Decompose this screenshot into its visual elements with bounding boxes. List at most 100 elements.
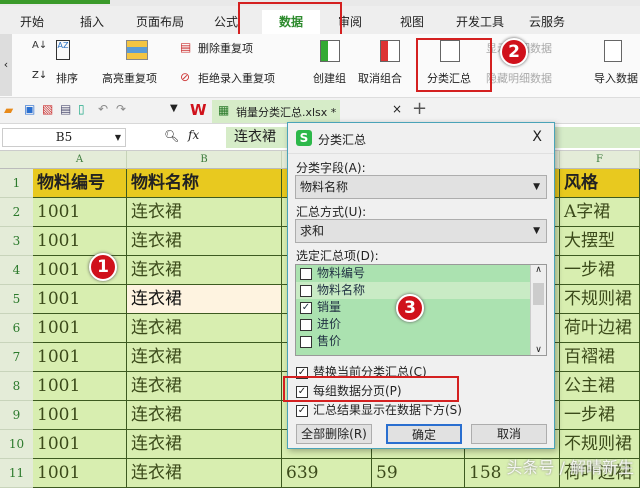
row-header[interactable]: 5 [0, 285, 33, 314]
ungroup-button[interactable]: 取消组合 [358, 70, 402, 86]
cell-f6[interactable]: 荷叶边裙 [560, 314, 640, 343]
cancel-button[interactable]: 取消 [471, 424, 547, 444]
cell-a10[interactable]: 1001 [33, 430, 127, 459]
cell-a11[interactable]: 1001 [33, 459, 127, 488]
row-header[interactable]: 2 [0, 198, 33, 227]
cell-a7[interactable]: 1001 [33, 343, 127, 372]
sort-desc-icon[interactable]: Z↓ [32, 70, 47, 81]
tab-developer[interactable]: 开发工具 [450, 10, 510, 36]
redo-icon[interactable]: ↷ [116, 102, 126, 116]
field-select[interactable]: 物料名称 ▼ [295, 175, 547, 199]
hide-detail-button[interactable]: 隐藏明细数据 [486, 70, 552, 86]
file-tab[interactable]: ▦ 销量分类汇总.xlsx * [212, 100, 340, 123]
remove-all-button[interactable]: 全部删除(R) [296, 424, 372, 444]
cell-f2[interactable]: A字裙 [560, 198, 640, 227]
sort-custom-icon[interactable]: AZ [56, 40, 70, 60]
cell-f4[interactable]: 一步裙 [560, 256, 640, 285]
row-header[interactable]: 8 [0, 372, 33, 401]
cell-a5[interactable]: 1001 [33, 285, 127, 314]
scroll-down-icon[interactable]: ∨ [531, 345, 546, 355]
close-tab-icon[interactable]: × [392, 102, 402, 116]
print-icon[interactable]: ▤ [60, 102, 71, 116]
cell-f9[interactable]: 一步裙 [560, 401, 640, 430]
cell-f5[interactable]: 不规则裙 [560, 285, 640, 314]
cell-a1[interactable]: 物料编号 [33, 169, 127, 198]
cell-b11[interactable]: 连衣裙 [127, 459, 282, 488]
item-checkbox[interactable] [300, 335, 312, 348]
cell-f7[interactable]: 百褶裙 [560, 343, 640, 372]
column-header-f[interactable]: F [560, 151, 640, 169]
cell-b4[interactable]: 连衣裙 [127, 256, 282, 285]
cell-a8[interactable]: 1001 [33, 372, 127, 401]
cell-b1[interactable]: 物料名称 [127, 169, 282, 198]
row-header[interactable]: 11 [0, 459, 33, 488]
print-preview-icon[interactable]: ▯ [78, 102, 85, 116]
row-header[interactable]: 4 [0, 256, 33, 285]
tab-view[interactable]: 视图 [392, 10, 432, 36]
wps-logo-icon[interactable]: W [190, 101, 207, 119]
cell-f8[interactable]: 公主裙 [560, 372, 640, 401]
item-checkbox[interactable] [300, 284, 312, 297]
scroll-up-icon[interactable]: ∧ [531, 265, 546, 275]
export-pdf-icon[interactable]: ▧ [42, 102, 53, 116]
method-select[interactable]: 求和 ▼ [295, 219, 547, 243]
name-box[interactable]: B5 ▼ [2, 128, 126, 147]
cell-b10[interactable]: 连衣裙 [127, 430, 282, 459]
zoom-formula-icon[interactable]: 🔍︎ [164, 129, 179, 143]
cell-a2[interactable]: 1001 [33, 198, 127, 227]
cell-d11[interactable]: 59 [372, 459, 465, 488]
sort-asc-icon[interactable]: A↓ [32, 40, 47, 51]
undo-icon[interactable]: ↶ [98, 102, 108, 116]
cell-b3[interactable]: 连衣裙 [127, 227, 282, 256]
open-icon[interactable]: ▰ [4, 103, 13, 117]
import-data-button[interactable]: 导入数据 [594, 70, 638, 86]
fx-icon[interactable]: fx [188, 128, 199, 142]
dialog-close-icon[interactable]: X [532, 129, 542, 145]
cell-b2[interactable]: 连衣裙 [127, 198, 282, 227]
reject-duplicates-button[interactable]: 拒绝录入重复项 [198, 70, 275, 86]
row-header[interactable]: 6 [0, 314, 33, 343]
cell-b7[interactable]: 连衣裙 [127, 343, 282, 372]
create-group-button[interactable]: 创建组 [313, 70, 346, 86]
sort-button[interactable]: 排序 [56, 70, 78, 86]
tab-insert[interactable]: 插入 [72, 10, 112, 36]
cell-f1[interactable]: 风格 [560, 169, 640, 198]
dropdown-icon[interactable]: ▼ [170, 103, 178, 114]
summary-item[interactable]: 进价 [296, 316, 546, 333]
tab-cloud[interactable]: 云服务 [522, 10, 572, 36]
cell-a9[interactable]: 1001 [33, 401, 127, 430]
cell-c11[interactable]: 639 [282, 459, 372, 488]
item-checkbox[interactable] [300, 267, 312, 280]
row-header[interactable]: 9 [0, 401, 33, 430]
items-scrollbar[interactable]: ∧ ∨ [530, 265, 546, 355]
tab-home[interactable]: 开始 [12, 10, 52, 36]
scroll-thumb[interactable] [533, 283, 544, 305]
summary-item[interactable]: 物料编号 [296, 265, 546, 282]
cell-a6[interactable]: 1001 [33, 314, 127, 343]
ok-button[interactable]: 确定 [386, 424, 462, 444]
row-header[interactable]: 10 [0, 430, 33, 459]
row-header[interactable]: 3 [0, 227, 33, 256]
cell-b6[interactable]: 连衣裙 [127, 314, 282, 343]
create-group-icon[interactable] [320, 40, 340, 62]
summary-item[interactable]: 售价 [296, 333, 546, 350]
save-icon[interactable]: ▣ [24, 102, 35, 116]
cell-b9[interactable]: 连衣裙 [127, 401, 282, 430]
highlight-duplicates-icon[interactable] [126, 40, 148, 60]
row-header[interactable]: 1 [0, 169, 33, 198]
new-tab-icon[interactable]: + [412, 98, 427, 119]
ungroup-icon[interactable] [380, 40, 400, 62]
tab-page-layout[interactable]: 页面布局 [130, 10, 190, 36]
item-checkbox[interactable]: ✓ [300, 301, 312, 314]
cell-b5[interactable]: 连衣裙 [127, 285, 282, 314]
cell-b8[interactable]: 连衣裙 [127, 372, 282, 401]
row-header[interactable]: 7 [0, 343, 33, 372]
column-header-b[interactable]: B [127, 151, 282, 169]
import-data-icon[interactable] [604, 40, 622, 62]
cell-f3[interactable]: 大摆型 [560, 227, 640, 256]
cell-a3[interactable]: 1001 [33, 227, 127, 256]
remove-duplicates-button[interactable]: 删除重复项 [198, 40, 253, 56]
summary-item[interactable]: 物料名称 [296, 282, 546, 299]
column-header-a[interactable]: A [33, 151, 127, 169]
ribbon-scroll-left[interactable]: ‹ [0, 34, 12, 96]
